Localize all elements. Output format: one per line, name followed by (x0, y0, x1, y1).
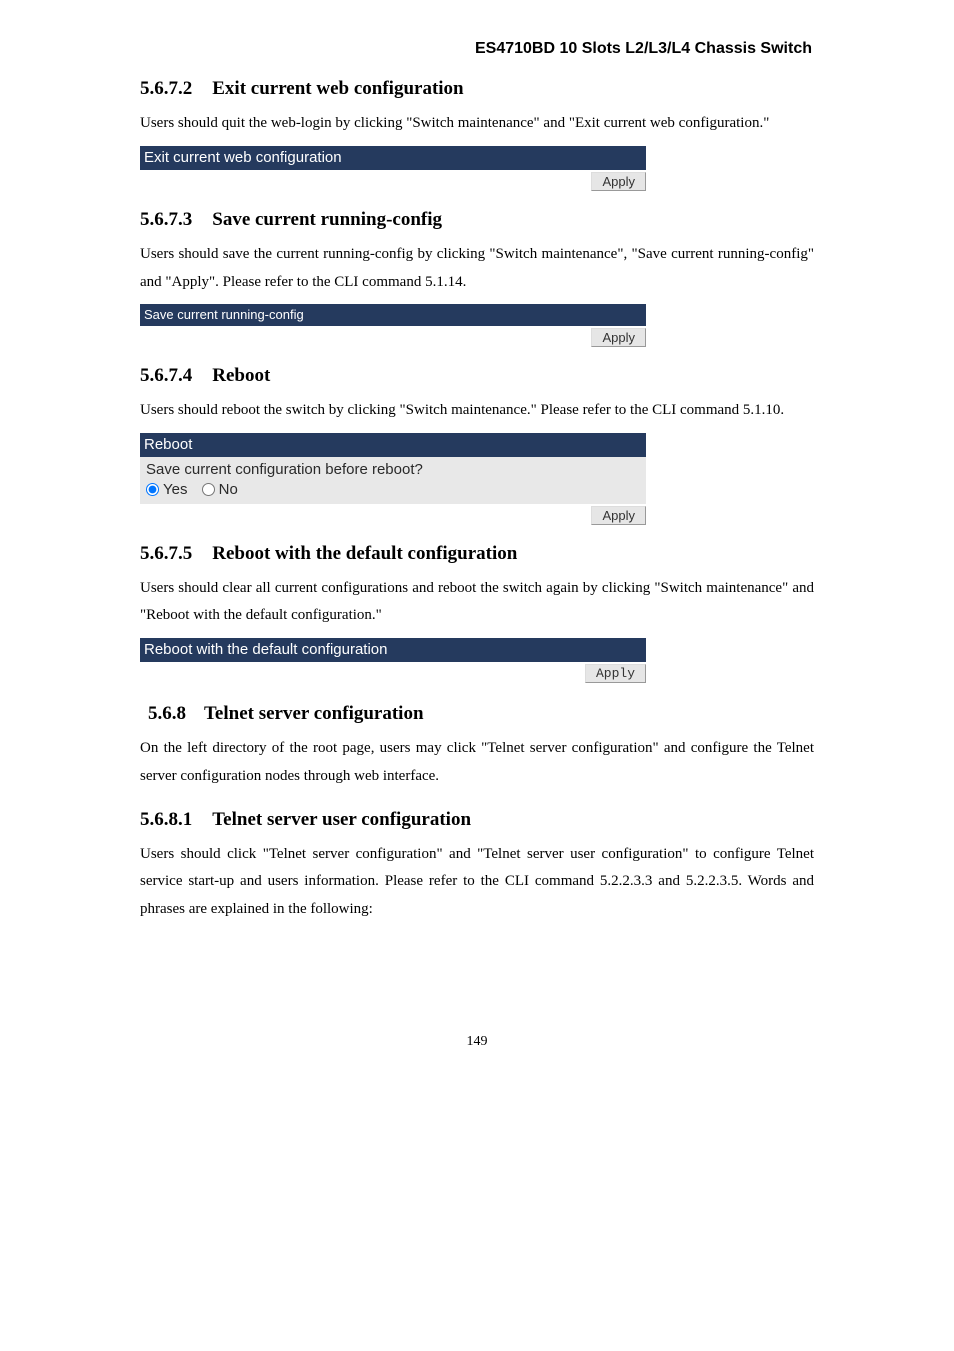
section-title: Reboot with the default configuration (212, 543, 517, 564)
section-number: 5.6.7.5 (140, 543, 192, 564)
section-heading-reboot: 5.6.7.4 Reboot (140, 365, 814, 387)
apply-button[interactable]: Apply (591, 328, 646, 347)
save-yes-label: Yes (163, 481, 187, 498)
section-heading-telnet-user-config: 5.6.8.1 Telnet server user configuration (140, 809, 814, 831)
section-heading-exit-web: 5.6.7.2 Exit current web configuration (140, 78, 814, 100)
reboot-question-panel: Save current configuration before reboot… (140, 457, 646, 504)
apply-row: Apply (140, 662, 646, 683)
section-number: 5.6.8 (148, 703, 186, 724)
section-body: Users should clear all current configura… (140, 575, 814, 631)
section-heading-reboot-default: 5.6.7.5 Reboot with the default configura… (140, 543, 814, 565)
reboot-question-text: Save current configuration before reboot… (146, 461, 640, 478)
apply-button[interactable]: Apply (585, 664, 646, 683)
apply-button[interactable]: Apply (591, 172, 646, 191)
ui-reboot-default: Reboot with the default configuration Ap… (140, 638, 814, 683)
save-yes-radio[interactable] (146, 483, 159, 496)
section-title: Telnet server user configuration (212, 809, 471, 830)
section-body: Users should save the current running-co… (140, 241, 814, 297)
section-number: 5.6.8.1 (140, 809, 192, 830)
section-body: Users should reboot the switch by clicki… (140, 397, 814, 425)
page-header-title: ES4710BD 10 Slots L2/L3/L4 Chassis Switc… (140, 40, 814, 58)
save-no-radio[interactable] (202, 483, 215, 496)
panel-title-bar: Exit current web configuration (140, 146, 646, 170)
apply-row: Apply (140, 170, 646, 191)
apply-button[interactable]: Apply (591, 506, 646, 525)
section-heading-save-running: 5.6.7.3 Save current running-config (140, 209, 814, 231)
section-title: Save current running-config (212, 209, 442, 230)
section-title: Reboot (212, 365, 270, 386)
ui-reboot: Reboot Save current configuration before… (140, 433, 814, 525)
apply-row: Apply (140, 326, 646, 347)
page-number: 149 (140, 1034, 814, 1050)
section-number: 5.6.7.2 (140, 78, 192, 99)
panel-title-bar: Save current running-config (140, 304, 646, 326)
save-no-label: No (219, 481, 238, 498)
section-number: 5.6.7.4 (140, 365, 192, 386)
section-title: Telnet server configuration (204, 703, 424, 724)
section-heading-telnet-config: 5.6.8 Telnet server configuration (148, 703, 814, 725)
section-number: 5.6.7.3 (140, 209, 192, 230)
section-title: Exit current web configuration (212, 78, 463, 99)
section-body: On the left directory of the root page, … (140, 735, 814, 791)
ui-save-running-config: Save current running-config Apply (140, 304, 814, 347)
panel-title-bar: Reboot (140, 433, 646, 457)
ui-exit-web-config: Exit current web configuration Apply (140, 146, 814, 191)
apply-row: Apply (140, 504, 646, 525)
panel-title-bar: Reboot with the default configuration (140, 638, 646, 662)
section-body: Users should click "Telnet server config… (140, 841, 814, 924)
section-body: Users should quit the web-login by click… (140, 110, 814, 138)
